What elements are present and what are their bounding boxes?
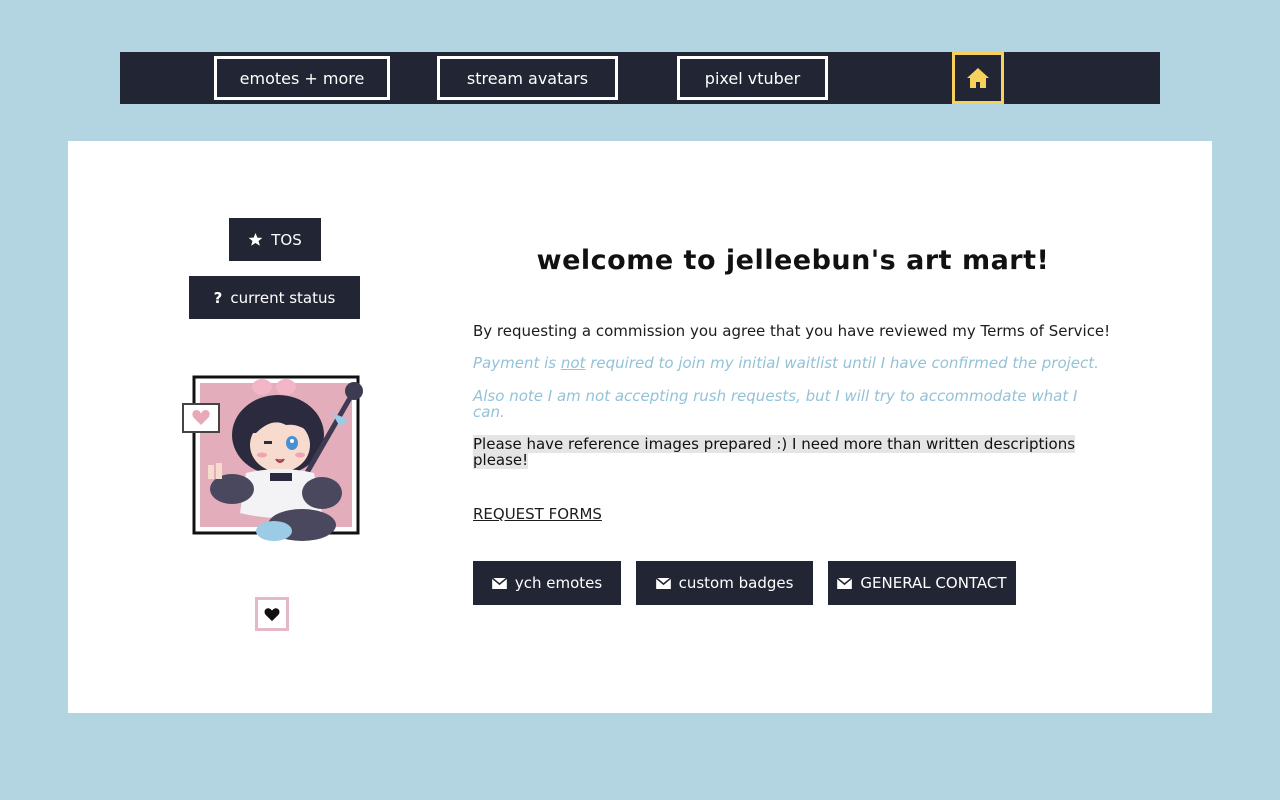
custom-badges-label: custom badges <box>678 574 794 592</box>
current-status-label: current status <box>230 288 336 307</box>
home-icon <box>967 68 989 88</box>
heart-icon <box>264 607 280 621</box>
nav-emotes-more[interactable]: emotes + more <box>214 56 390 100</box>
heart-button[interactable] <box>255 597 289 631</box>
nav-pixel-vtuber[interactable]: pixel vtuber <box>677 56 828 100</box>
avatar-illustration <box>182 373 372 553</box>
general-contact-button[interactable]: GENERAL CONTACT <box>828 561 1016 605</box>
tos-agreement-text: By requesting a commission you agree tha… <box>473 322 1111 340</box>
envelope-icon <box>655 577 671 589</box>
nav-pixel-vtuber-label: pixel vtuber <box>704 68 801 88</box>
nav-home-button[interactable] <box>952 52 1004 104</box>
reference-images-note: Please have reference images prepared :)… <box>473 435 1113 469</box>
request-forms-link[interactable]: REQUEST FORMS <box>473 505 602 523</box>
nav-emotes-more-label: emotes + more <box>239 68 365 88</box>
reference-images-text: Please have reference images prepared :)… <box>473 435 1076 469</box>
nav-stream-avatars-label: stream avatars <box>466 68 589 88</box>
question-icon: ? <box>213 288 223 307</box>
general-contact-label: GENERAL CONTACT <box>860 574 1007 592</box>
nav-stream-avatars[interactable]: stream avatars <box>437 56 618 100</box>
tos-label: TOS <box>271 230 302 249</box>
payment-note-start: Payment is <box>473 354 561 372</box>
page-title: welcome to jelleebun's art mart! <box>536 245 1050 276</box>
ych-emotes-button[interactable]: ych emotes <box>473 561 621 605</box>
top-navbar: emotes + more stream avatars pixel vtube… <box>120 52 1160 104</box>
custom-badges-button[interactable]: custom badges <box>636 561 813 605</box>
main-card: TOS ? current status welcome to jelleebu… <box>68 141 1212 713</box>
current-status-button[interactable]: ? current status <box>189 276 360 319</box>
rush-request-note: Also note I am not accepting rush reques… <box>473 387 1078 421</box>
ych-emotes-label: ych emotes <box>514 574 603 592</box>
payment-note-end: required to join my initial waitlist unt… <box>585 354 1099 372</box>
envelope-icon <box>837 577 853 589</box>
star-icon <box>248 232 263 246</box>
payment-note-emphasis: not <box>560 354 586 372</box>
envelope-icon <box>491 577 507 589</box>
tos-button[interactable]: TOS <box>229 218 321 261</box>
payment-note: Payment is not required to join my initi… <box>473 355 1113 371</box>
